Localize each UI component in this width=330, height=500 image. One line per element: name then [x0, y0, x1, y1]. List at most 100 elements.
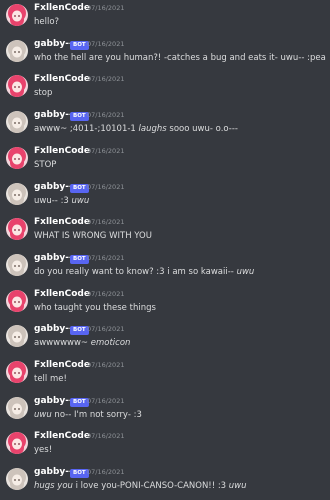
timestamp: 07/16/2021 — [87, 468, 125, 477]
message-text: who taught you these things — [34, 303, 326, 313]
timestamp: 07/16/2021 — [87, 75, 125, 84]
avatar[interactable] — [6, 75, 28, 98]
username[interactable]: FxllenCode — [34, 431, 90, 441]
italic-text: uwu — [228, 481, 247, 492]
username[interactable]: FxllenCode — [34, 289, 90, 299]
avatar[interactable] — [6, 468, 28, 491]
italic-text: hugs you — [34, 481, 73, 492]
avatar[interactable] — [6, 4, 28, 26]
timestamp: 07/16/2021 — [87, 39, 125, 48]
username[interactable]: gabby-- — [34, 324, 73, 334]
timestamp: 07/16/2021 — [87, 396, 125, 405]
chat-message: gabby-- BOT 07/16/2021 hugs you i love you-… — [0, 466, 330, 500]
chat-message: gabby-- BOT 07/16/2021 uwu-- :3 uwu — [0, 181, 330, 217]
avatar[interactable] — [6, 396, 28, 419]
bot-badge: BOT — [70, 112, 89, 122]
text-run: who the hell are you human?! -catches a … — [34, 52, 326, 63]
text-run: do you really want to know? :3 i am so k… — [34, 266, 237, 277]
username[interactable]: gabby-- — [34, 467, 73, 477]
text-run: who taught you these things — [34, 302, 156, 313]
message-text: uwu no-- I'm not sorry- :3 — [34, 410, 326, 420]
text-run: no-- I'm not sorry- :3 — [51, 409, 142, 420]
chat-message: FxllenCode 07/16/2021 STOP — [0, 145, 330, 181]
italic-text: laughs — [138, 124, 167, 135]
text-run: uwu-- :3 — [34, 195, 72, 206]
avatar[interactable] — [6, 182, 28, 205]
text-run: WHAT IS WRONG WITH YOU — [34, 231, 152, 242]
username[interactable]: gabby-- — [34, 182, 73, 192]
italic-text: emoticon — [90, 338, 131, 349]
chat-message: gabby-- BOT 07/16/2021 awww~ ;4011-;10101-1… — [0, 109, 330, 145]
avatar[interactable] — [6, 146, 28, 169]
text-run: yes! — [34, 445, 53, 456]
username[interactable]: FxllenCode — [34, 360, 90, 370]
text-run: awwwwww~ — [34, 338, 91, 349]
message-text: STOP — [34, 160, 326, 170]
message-text: hugs you i love you-PONI-CANSO-CANON!! :… — [34, 481, 326, 491]
bot-badge: BOT — [70, 254, 89, 264]
avatar[interactable] — [6, 39, 28, 62]
bot-badge: BOT — [70, 326, 89, 336]
chat-message: FxllenCode 07/16/2021 stop — [0, 73, 330, 109]
timestamp: 07/16/2021 — [87, 432, 125, 441]
username[interactable]: FxllenCode — [34, 146, 90, 156]
chat-message: gabby-- BOT 07/16/2021 uwu no-- I'm not sor… — [0, 395, 330, 431]
username[interactable]: gabby-- — [34, 396, 73, 406]
text-run: tell me! — [34, 374, 67, 384]
timestamp: 07/16/2021 — [87, 289, 125, 298]
chat-message: FxllenCode 07/16/2021 who taught you these… — [0, 288, 330, 324]
message-text: awwwwww~ emoticon — [34, 338, 326, 348]
message-text: who the hell are you human?! -catches a … — [34, 53, 326, 63]
text-run: STOP — [34, 159, 57, 170]
timestamp: 07/16/2021 — [87, 218, 125, 227]
timestamp: 07/16/2021 — [87, 146, 125, 155]
message-text: tell me! — [34, 374, 326, 384]
text-run: hello? — [34, 17, 60, 27]
message-text: stop — [34, 88, 326, 98]
username[interactable]: FxllenCode — [34, 217, 90, 227]
timestamp: 07/16/2021 — [87, 361, 125, 369]
message-text: uwu-- :3 uwu — [34, 196, 326, 206]
avatar[interactable] — [6, 361, 28, 383]
timestamp: 07/16/2021 — [87, 182, 125, 191]
message-text: WHAT IS WRONG WITH YOU — [34, 231, 326, 241]
avatar[interactable] — [6, 111, 28, 134]
chat-log: FxllenCode 07/16/2021 hello? gabby-- BOT 07/1… — [0, 0, 330, 500]
chat-message: gabby-- BOT 07/16/2021 awwwwww~ emoticon — [0, 323, 330, 359]
message-text: yes! — [34, 445, 326, 455]
italic-text: uwu — [71, 195, 90, 206]
username[interactable]: FxllenCode — [34, 3, 90, 13]
username[interactable]: gabby-- — [34, 110, 73, 120]
avatar[interactable] — [6, 289, 28, 312]
text-run: sooo uwu- o.o--- — [166, 124, 238, 135]
message-text: hello? — [34, 17, 326, 27]
message-text: do you really want to know? :3 i am so k… — [34, 267, 326, 277]
chat-message: gabby-- BOT 07/16/2021 who the hell are you… — [0, 38, 330, 74]
chat-message: FxllenCode 07/16/2021 tell me! — [0, 359, 330, 395]
text-run: stop — [34, 88, 53, 99]
chat-message: FxllenCode 07/16/2021 WHAT IS WRONG WITH Y… — [0, 216, 330, 252]
bot-badge: BOT — [70, 469, 89, 479]
timestamp: 07/16/2021 — [87, 253, 125, 262]
username[interactable]: FxllenCode — [34, 74, 90, 84]
avatar[interactable] — [6, 253, 28, 276]
bot-badge: BOT — [70, 397, 89, 407]
message-text: awww~ ;4011-;10101-1 laughs sooo uwu- o.… — [34, 124, 326, 134]
avatar[interactable] — [6, 432, 28, 455]
username[interactable]: gabby-- — [34, 39, 73, 49]
chat-message: gabby-- BOT 07/16/2021 do you really want t… — [0, 252, 330, 288]
timestamp: 07/16/2021 — [87, 4, 125, 12]
avatar[interactable] — [6, 325, 28, 348]
bot-badge: BOT — [70, 183, 89, 193]
timestamp: 07/16/2021 — [87, 325, 125, 334]
chat-message: FxllenCode 07/16/2021 yes! — [0, 430, 330, 466]
bot-badge: BOT — [70, 40, 89, 50]
text-run: awww~ ;4011-;10101-1 — [34, 124, 139, 135]
chat-message: FxllenCode 07/16/2021 hello? — [0, 2, 330, 38]
italic-text: uwu — [34, 409, 52, 420]
italic-text: uwu — [236, 266, 255, 277]
text-run: i love you-PONI-CANSO-CANON!! :3 — [72, 481, 229, 492]
timestamp: 07/16/2021 — [87, 111, 125, 120]
username[interactable]: gabby-- — [34, 253, 73, 263]
avatar[interactable] — [6, 218, 28, 241]
